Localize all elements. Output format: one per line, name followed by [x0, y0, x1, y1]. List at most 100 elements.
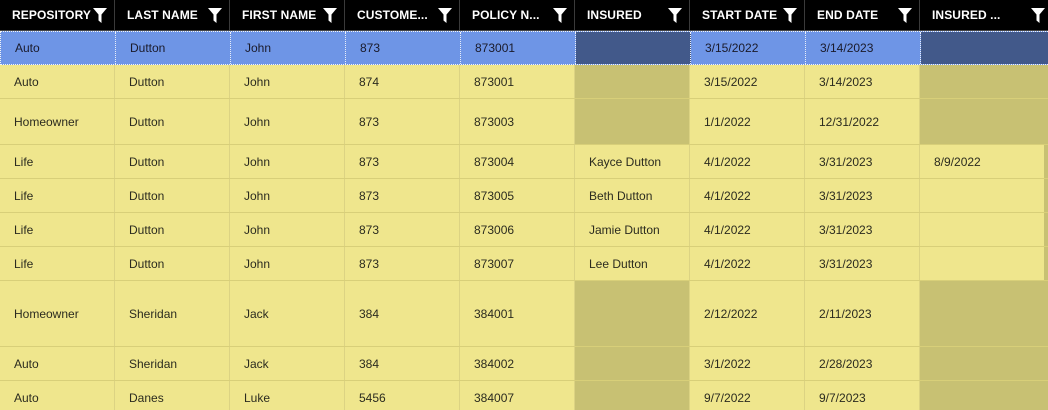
- cell-end-date[interactable]: 3/31/2023: [805, 179, 920, 212]
- cell-policy[interactable]: 384002: [460, 347, 575, 380]
- cell-policy[interactable]: 384007: [460, 381, 575, 410]
- cell-last-name[interactable]: Dutton: [116, 32, 231, 64]
- table-row[interactable]: Auto Dutton John 873 873001 3/15/2022 3/…: [0, 31, 1048, 65]
- cell-customer[interactable]: 873: [345, 145, 460, 178]
- cell-end-date[interactable]: 3/31/2023: [805, 247, 920, 280]
- column-header-repository[interactable]: REPOSITORY: [0, 0, 115, 30]
- cell-insured[interactable]: Lee Dutton: [575, 247, 690, 280]
- column-header-start-date[interactable]: START DATE: [690, 0, 805, 30]
- cell-end-date[interactable]: 12/31/2022: [805, 99, 920, 144]
- cell-insured-date[interactable]: [920, 213, 1048, 246]
- cell-start-date[interactable]: 9/7/2022: [690, 381, 805, 410]
- cell-repository[interactable]: Homeowner: [0, 99, 115, 144]
- cell-first-name[interactable]: Jack: [230, 347, 345, 380]
- cell-end-date[interactable]: 9/7/2023: [805, 381, 920, 410]
- cell-start-date[interactable]: 2/12/2022: [690, 281, 805, 346]
- table-row[interactable]: Life Dutton John 873 873005 Beth Dutton …: [0, 179, 1048, 213]
- cell-policy[interactable]: 873006: [460, 213, 575, 246]
- cell-start-date[interactable]: 3/1/2022: [690, 347, 805, 380]
- cell-repository[interactable]: Auto: [1, 32, 116, 64]
- filter-icon[interactable]: [1030, 7, 1046, 23]
- cell-first-name[interactable]: John: [230, 179, 345, 212]
- column-header-customer[interactable]: CUSTOME...: [345, 0, 460, 30]
- cell-first-name[interactable]: Luke: [230, 381, 345, 410]
- cell-insured[interactable]: [576, 32, 691, 64]
- cell-end-date[interactable]: 3/14/2023: [806, 32, 921, 64]
- cell-customer[interactable]: 384: [345, 347, 460, 380]
- cell-customer[interactable]: 873: [346, 32, 461, 64]
- cell-insured[interactable]: Kayce Dutton: [575, 145, 690, 178]
- cell-policy[interactable]: 873003: [460, 99, 575, 144]
- column-header-insured[interactable]: INSURED: [575, 0, 690, 30]
- cell-repository[interactable]: Auto: [0, 381, 115, 410]
- table-row[interactable]: Life Dutton John 873 873004 Kayce Dutton…: [0, 145, 1048, 179]
- cell-end-date[interactable]: 2/28/2023: [805, 347, 920, 380]
- cell-customer[interactable]: 873: [345, 99, 460, 144]
- cell-repository[interactable]: Life: [0, 179, 115, 212]
- cell-customer[interactable]: 873: [345, 213, 460, 246]
- cell-policy[interactable]: 873005: [460, 179, 575, 212]
- cell-start-date[interactable]: 4/1/2022: [690, 179, 805, 212]
- column-header-last-name[interactable]: LAST NAME: [115, 0, 230, 30]
- cell-end-date[interactable]: 3/31/2023: [805, 145, 920, 178]
- cell-end-date[interactable]: 2/11/2023: [805, 281, 920, 346]
- cell-customer[interactable]: 874: [345, 65, 460, 98]
- cell-insured[interactable]: Jamie Dutton: [575, 213, 690, 246]
- cell-repository[interactable]: Life: [0, 213, 115, 246]
- cell-insured[interactable]: [575, 381, 690, 410]
- cell-policy[interactable]: 873007: [460, 247, 575, 280]
- table-row[interactable]: Life Dutton John 873 873006 Jamie Dutton…: [0, 213, 1048, 247]
- cell-insured-date[interactable]: [920, 247, 1048, 280]
- cell-policy[interactable]: 873001: [461, 32, 576, 64]
- cell-last-name[interactable]: Dutton: [115, 65, 230, 98]
- cell-start-date[interactable]: 1/1/2022: [690, 99, 805, 144]
- cell-start-date[interactable]: 4/1/2022: [690, 145, 805, 178]
- cell-last-name[interactable]: Dutton: [115, 247, 230, 280]
- cell-start-date[interactable]: 4/1/2022: [690, 213, 805, 246]
- filter-icon[interactable]: [207, 7, 223, 23]
- cell-last-name[interactable]: Sheridan: [115, 281, 230, 346]
- filter-icon[interactable]: [322, 7, 338, 23]
- cell-repository[interactable]: Auto: [0, 347, 115, 380]
- column-header-first-name[interactable]: FIRST NAME: [230, 0, 345, 30]
- table-row[interactable]: Homeowner Dutton John 873 873003 1/1/202…: [0, 99, 1048, 145]
- cell-insured-date[interactable]: [921, 32, 1048, 64]
- filter-icon[interactable]: [552, 7, 568, 23]
- table-row[interactable]: Auto Sheridan Jack 384 384002 3/1/2022 2…: [0, 347, 1048, 381]
- cell-insured-date[interactable]: [920, 381, 1048, 410]
- column-header-end-date[interactable]: END DATE: [805, 0, 920, 30]
- cell-last-name[interactable]: Dutton: [115, 145, 230, 178]
- cell-end-date[interactable]: 3/31/2023: [805, 213, 920, 246]
- cell-customer[interactable]: 5456: [345, 381, 460, 410]
- cell-last-name[interactable]: Dutton: [115, 213, 230, 246]
- cell-repository[interactable]: Life: [0, 247, 115, 280]
- table-row[interactable]: Auto Danes Luke 5456 384007 9/7/2022 9/7…: [0, 381, 1048, 410]
- cell-end-date[interactable]: 3/14/2023: [805, 65, 920, 98]
- cell-first-name[interactable]: John: [230, 145, 345, 178]
- filter-icon[interactable]: [437, 7, 453, 23]
- cell-policy[interactable]: 384001: [460, 281, 575, 346]
- filter-icon[interactable]: [782, 7, 798, 23]
- cell-insured[interactable]: [575, 99, 690, 144]
- cell-repository[interactable]: Auto: [0, 65, 115, 98]
- filter-icon[interactable]: [92, 7, 108, 23]
- cell-last-name[interactable]: Sheridan: [115, 347, 230, 380]
- table-row[interactable]: Homeowner Sheridan Jack 384 384001 2/12/…: [0, 281, 1048, 347]
- cell-first-name[interactable]: John: [230, 65, 345, 98]
- cell-policy[interactable]: 873001: [460, 65, 575, 98]
- cell-insured[interactable]: Beth Dutton: [575, 179, 690, 212]
- table-row[interactable]: Life Dutton John 873 873007 Lee Dutton 4…: [0, 247, 1048, 281]
- cell-insured-date[interactable]: [920, 99, 1048, 144]
- cell-insured-date[interactable]: [920, 65, 1048, 98]
- cell-last-name[interactable]: Dutton: [115, 99, 230, 144]
- cell-repository[interactable]: Homeowner: [0, 281, 115, 346]
- cell-start-date[interactable]: 3/15/2022: [691, 32, 806, 64]
- cell-first-name[interactable]: John: [230, 99, 345, 144]
- cell-insured[interactable]: [575, 347, 690, 380]
- cell-customer[interactable]: 873: [345, 247, 460, 280]
- table-row[interactable]: Auto Dutton John 874 873001 3/15/2022 3/…: [0, 65, 1048, 99]
- cell-first-name[interactable]: Jack: [230, 281, 345, 346]
- cell-last-name[interactable]: Dutton: [115, 179, 230, 212]
- column-header-policy-number[interactable]: POLICY N...: [460, 0, 575, 30]
- cell-insured-date[interactable]: 8/9/2022: [920, 145, 1048, 178]
